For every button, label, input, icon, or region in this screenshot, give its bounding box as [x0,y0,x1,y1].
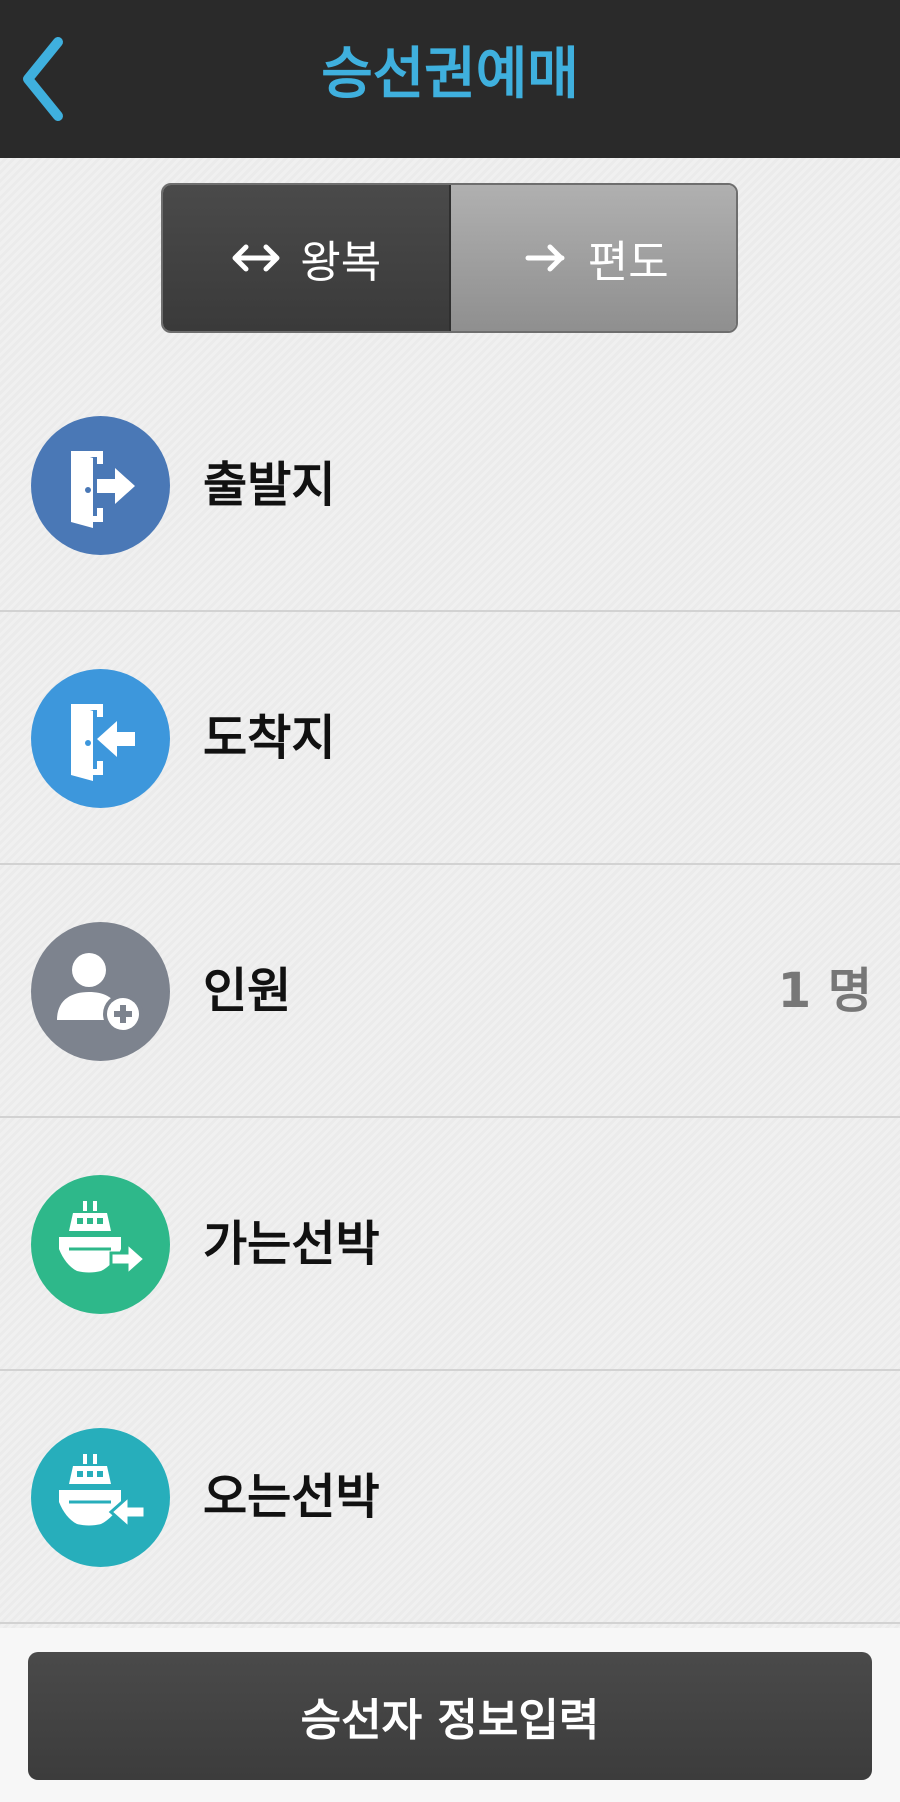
passengers-row[interactable]: 인원 1 명 [0,865,900,1118]
passenger-info-button[interactable]: 승선자 정보입력 [28,1652,872,1780]
ship-return-icon [59,1454,147,1532]
app-header: 승선권예매 [0,0,900,158]
passengers-icon-circle [31,922,170,1061]
departure-icon-circle [31,416,170,555]
add-person-icon [57,953,143,1034]
enter-door-icon [71,704,135,781]
one-way-label: 편도 [587,237,669,288]
arrival-icon-circle [31,669,170,808]
arrival-label: 도착지 [203,710,336,766]
footer-bar: 승선자 정보입력 [0,1628,900,1802]
back-button[interactable] [14,34,84,124]
passengers-count: 1 명 [777,963,872,1019]
outbound-ship-label: 가는선박 [203,1216,380,1272]
trip-type-toggle: 왕복 편도 [161,183,738,333]
double-arrow-icon [232,244,280,272]
page-title: 승선권예매 [321,42,579,107]
return-ship-icon-circle [31,1428,170,1567]
ship-depart-icon [59,1201,148,1279]
return-ship-label: 오는선박 [203,1469,380,1525]
round-trip-label: 왕복 [300,237,382,288]
passengers-label: 인원 [203,963,292,1019]
arrival-row[interactable]: 도착지 [0,612,900,865]
one-way-button[interactable]: 편도 [450,185,736,331]
departure-row[interactable]: 출발지 [0,359,900,612]
round-trip-button[interactable]: 왕복 [163,185,451,331]
departure-label: 출발지 [203,457,336,513]
return-ship-row[interactable]: 오는선박 [0,1371,900,1624]
chevron-left-icon [23,37,63,121]
exit-door-icon [71,451,135,528]
arrow-right-icon [525,244,565,272]
outbound-ship-row[interactable]: 가는선박 [0,1118,900,1371]
outbound-ship-icon-circle [31,1175,170,1314]
